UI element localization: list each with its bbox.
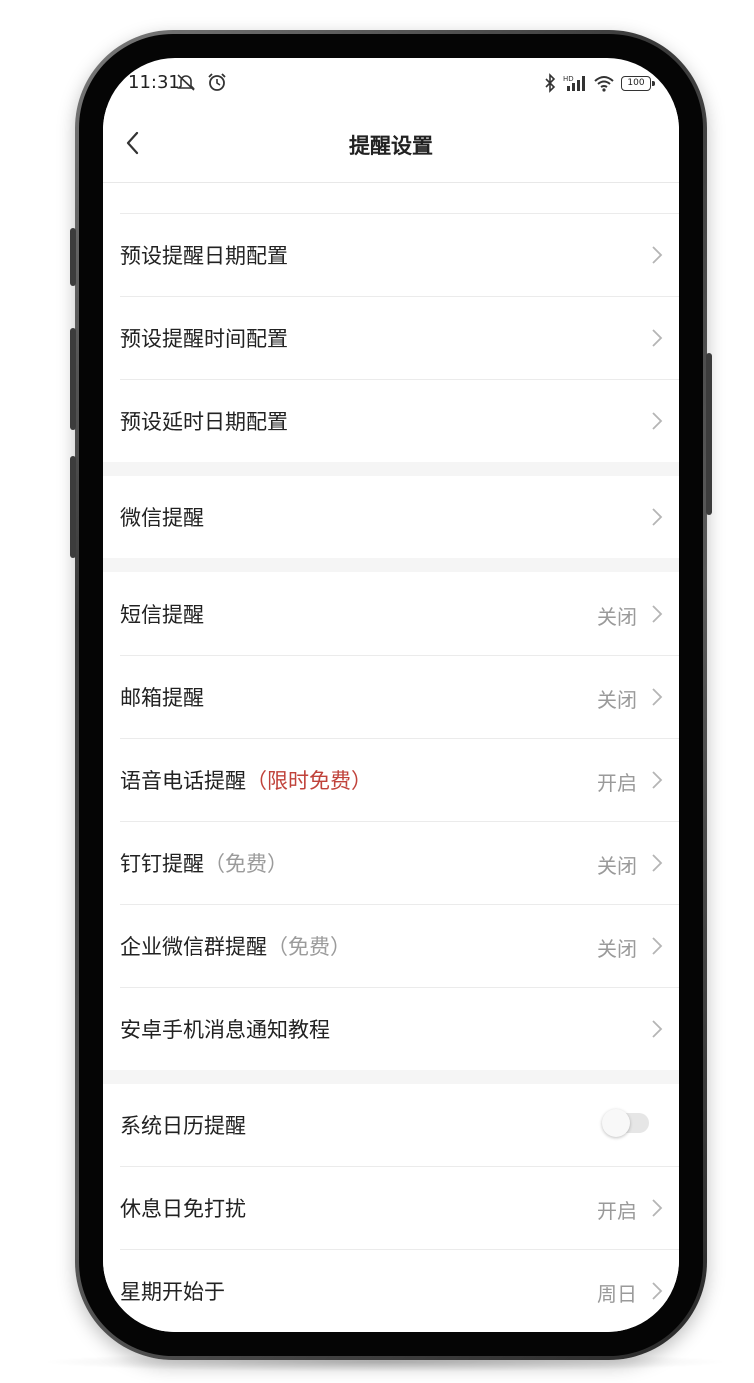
row-label: 企业微信群提醒（免费） — [120, 931, 351, 961]
row-wecom-group[interactable]: 企业微信群提醒（免费） 关闭 — [103, 905, 679, 987]
chevron-right-icon — [652, 937, 663, 955]
chevron-right-icon — [652, 1282, 663, 1300]
row-value: 关闭 — [597, 854, 637, 878]
battery-icon: 100 — [621, 75, 655, 91]
row-label: 安卓手机消息通知教程 — [120, 1018, 330, 1042]
row-rest-day[interactable]: 休息日免打扰 开启 — [103, 1167, 679, 1249]
row-value: 关闭 — [597, 937, 637, 961]
page-title: 提醒设置 — [349, 134, 433, 158]
chevron-right-icon — [652, 854, 663, 872]
phone-side-button — [70, 328, 76, 430]
wecom-label: 企业微信群提醒 — [120, 935, 267, 959]
phone-side-button — [70, 228, 76, 286]
chevron-right-icon — [652, 1020, 663, 1038]
section-gap — [103, 462, 679, 476]
row-week-start[interactable]: 星期开始于 周日 — [103, 1250, 679, 1332]
section-gap — [103, 1070, 679, 1084]
row-value: 开启 — [597, 771, 637, 795]
chevron-right-icon — [652, 688, 663, 706]
row-label: 预设提醒日期配置 — [120, 244, 288, 268]
section-gap — [103, 558, 679, 572]
header-divider — [103, 182, 679, 183]
voice-label: 语音电话提醒 — [120, 769, 246, 793]
status-bar: 11:31 HD 100 — [103, 58, 679, 108]
row-android-tutorial[interactable]: 安卓手机消息通知教程 — [103, 988, 679, 1070]
chevron-right-icon — [652, 412, 663, 430]
free-tag: （免费） — [204, 852, 288, 876]
bluetooth-icon — [545, 73, 556, 93]
signal-icon: HD — [563, 75, 585, 91]
row-label: 系统日历提醒 — [120, 1114, 246, 1138]
chevron-right-icon — [652, 1199, 663, 1217]
row-label: 语音电话提醒（限时免费） — [120, 765, 372, 795]
row-wechat[interactable]: 微信提醒 — [103, 476, 679, 558]
row-value: 关闭 — [597, 605, 637, 629]
row-label: 短信提醒 — [120, 603, 204, 627]
dingtalk-label: 钉钉提醒 — [120, 852, 204, 876]
free-tag: （免费） — [267, 935, 351, 959]
row-label: 星期开始于 — [120, 1280, 225, 1304]
row-time-config[interactable]: 预设提醒时间配置 — [103, 297, 679, 379]
calendar-toggle[interactable] — [602, 1109, 649, 1137]
chevron-right-icon — [652, 246, 663, 264]
row-label: 微信提醒 — [120, 506, 204, 530]
chevron-right-icon — [652, 508, 663, 526]
row-label: 预设延时日期配置 — [120, 410, 288, 434]
chevron-right-icon — [652, 329, 663, 347]
alarm-icon — [208, 73, 226, 91]
row-label: 预设提醒时间配置 — [120, 327, 288, 351]
row-dingtalk[interactable]: 钉钉提醒（免费） 关闭 — [103, 822, 679, 904]
toggle-knob — [602, 1109, 630, 1137]
status-left-icons — [175, 72, 228, 96]
row-value: 关闭 — [597, 688, 637, 712]
chevron-right-icon — [652, 771, 663, 789]
header-bar: 提醒设置 — [103, 108, 679, 182]
phone-screen: 11:31 HD 100 提醒设置 预设提醒日期配置 预设提醒时间配置 预设延时… — [103, 58, 679, 1332]
row-value: 周日 — [597, 1282, 637, 1306]
row-value: 开启 — [597, 1199, 637, 1223]
svg-text:HD: HD — [563, 75, 574, 83]
row-sms[interactable]: 短信提醒 关闭 — [103, 573, 679, 655]
row-voice-call[interactable]: 语音电话提醒（限时免费） 开启 — [103, 739, 679, 821]
row-label: 钉钉提醒（免费） — [120, 848, 288, 878]
wifi-icon — [594, 76, 614, 92]
status-time: 11:31 — [128, 72, 180, 93]
row-delay-config[interactable]: 预设延时日期配置 — [103, 380, 679, 462]
phone-side-button — [70, 456, 76, 558]
row-date-config[interactable]: 预设提醒日期配置 — [103, 214, 679, 296]
row-system-calendar: 系统日历提醒 — [103, 1084, 679, 1166]
row-label: 邮箱提醒 — [120, 686, 204, 710]
row-email[interactable]: 邮箱提醒 关闭 — [103, 656, 679, 738]
status-right-icons: HD 100 — [543, 73, 655, 93]
row-label: 休息日免打扰 — [120, 1197, 246, 1221]
mute-icon — [177, 74, 195, 91]
chevron-right-icon — [652, 605, 663, 623]
limited-free-tag: （限时免费） — [246, 769, 372, 793]
phone-power-button — [706, 353, 712, 515]
